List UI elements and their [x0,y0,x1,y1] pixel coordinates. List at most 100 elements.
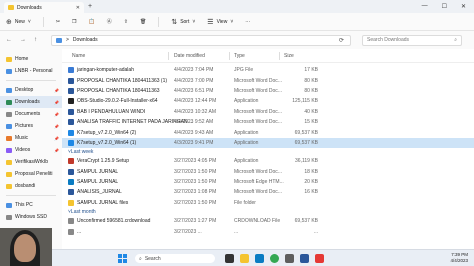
tab-downloads[interactable]: Downloads ✕ [4,2,84,13]
file-date: 4/4/2023 9:52 AM [174,119,214,126]
rename-icon[interactable]: Ⓐ [107,18,112,25]
file-row[interactable]: BAB I PENDAHULUAN WINDI 4/4/2023 10:32 AM… [62,107,474,117]
sidebar-item-downloads[interactable]: Downloads 📌 [0,96,62,108]
sidebar-item-label: Proposal Peneliti [15,171,53,177]
sidebar-item-home[interactable]: Home [0,53,62,65]
file-row[interactable]: SAMPUL JURNAL 3/27/2023 1:50 PM Microsoft … [62,167,474,177]
system-tray-clock[interactable]: 7:39 PM 4/4/2023 [450,252,468,264]
column-date[interactable]: Date modified [174,53,205,59]
pin-icon: 📌 [54,87,59,93]
up-arrow-icon[interactable]: ↑ [34,37,37,43]
music-icon [6,135,12,141]
sidebar-item-proposal-peneliti[interactable]: Proposal Peneliti [0,168,62,180]
cut-icon[interactable]: ✂ [56,19,60,25]
file-row[interactable]: Unconfirmed 596581.crdownload 3/27/2023 1… [62,216,474,226]
sidebar-item-dosbandi[interactable]: dosbandi [0,180,62,192]
sort-label: Sort [180,18,190,25]
file-row[interactable]: jaringan-komputer-adalah 4/4/2023 7:04 PM… [62,65,474,75]
file-row[interactable]: ANALISIS_JURNAL 3/27/2023 1:08 PM Microsof… [62,187,474,197]
sidebar-item-verifikasiwrkib[interactable]: VerifikasiWrkIb [0,156,62,168]
breadcrumb-separator: > [66,37,69,43]
file-row[interactable]: K7setup_v7.2.0_Win64 (1) 4/3/2023 9:41 PM… [62,137,474,149]
file-row[interactable]: K7setup_v7.2.0_Win64 (2) 4/4/2023 9:43 AM… [62,127,474,137]
forward-arrow-icon[interactable]: → [20,37,26,43]
more-options-icon[interactable]: ··· [245,19,250,25]
sort-icon: ⇅ [171,18,178,26]
file-icon [68,218,74,225]
close-tab-icon[interactable]: ✕ [76,5,80,11]
back-arrow-icon[interactable]: ← [6,37,12,43]
sidebar-item-windows-ssd[interactable]: Windows SSD [0,211,62,223]
new-button[interactable]: ⊕ New ˅ [6,18,31,26]
file-row[interactable]: SAMPUL JURNAL 3/27/2023 1:50 PM Microsoft … [62,177,474,187]
sidebar-item-documents[interactable]: Documents 📌 [0,108,62,120]
taskbar-search[interactable]: ⌕ Search [135,254,215,263]
folder-icon [6,171,12,177]
refresh-icon[interactable]: ⟳ [339,37,344,44]
file-row[interactable]: ANALISA TRAFFIC INTERNET PADA JARINGAN .… [62,117,474,127]
pin-icon: 📌 [54,99,59,105]
sidebar-item-lnbr-personal[interactable]: LNBR - Personal [0,65,62,77]
file-row[interactable]: PROPOSAL CHANTIKA 1804411363 4/4/2023 6:5… [62,86,474,96]
sidebar-item-label: Documents [15,111,41,117]
sidebar-item-music[interactable]: Music 📌 [0,132,62,144]
file-type: Application [234,139,259,146]
pin-icon: 📌 [54,111,59,117]
column-divider[interactable] [168,52,169,60]
column-divider[interactable] [279,52,280,60]
column-name[interactable]: Name [72,53,85,59]
file-type: Microsoft Edge HTM... [234,179,284,186]
search-input[interactable]: Search Downloads ⌕ [362,34,463,46]
address-bar[interactable]: > Downloads [51,34,351,46]
file-row[interactable]: ... 3/27/2023 ......... [62,226,474,236]
chrome-icon[interactable] [270,254,279,263]
sidebar-item-label: This PC [15,202,33,208]
sidebar-item-videos[interactable]: Videos 📌 [0,144,62,156]
close-window-button[interactable]: ✕ [461,3,466,10]
file-row[interactable]: SAMPUL JURNAL files 3/27/2023 1:50 PM File… [62,198,474,208]
edge-icon[interactable] [255,254,264,263]
file-name: SAMPUL JURNAL [77,168,119,175]
app-icon[interactable] [315,254,324,263]
column-type[interactable]: Type [234,53,245,59]
delete-icon[interactable]: 🗑 [140,19,146,25]
sidebar-item-pictures[interactable]: Pictures 📌 [0,120,62,132]
chevron-down-icon: ˅ [27,18,31,25]
file-type: Microsoft Word Doc... [234,87,282,94]
group-header[interactable]: ˅ Last week [62,148,474,156]
start-button[interactable] [118,254,127,263]
group-header[interactable]: ˅ Last month [62,208,474,216]
file-size: 80 KB [304,77,318,84]
file-icon [68,77,74,84]
view-button[interactable]: ☰ View ˅ [207,18,233,26]
share-icon[interactable]: ⇪ [124,19,128,25]
download-icon [6,99,12,105]
file-row[interactable]: VeraCrypt 1.25.9 Setup 3/27/2023 4:05 PM A… [62,156,474,166]
sort-button[interactable]: ⇅ Sort ˅ [171,18,195,26]
search-icon: ⌕ [454,37,458,43]
file-size: 17 KB [304,67,318,74]
sidebar-item-this-pc[interactable]: This PC [0,199,62,211]
maximize-button[interactable]: ☐ [442,3,447,10]
copy-icon[interactable]: ❐ [72,19,76,25]
file-date: 3/27/2023 1:27 PM [174,218,217,225]
task-view-icon[interactable] [225,254,234,263]
new-tab-button[interactable]: + [88,3,92,10]
file-row[interactable]: OBS-Studio-29.0.2-Full-Installer-x64 4/4/… [62,96,474,106]
file-icon [68,168,74,175]
file-row[interactable]: PROPOSAL CHANTIKA 1804411363 (1) 4/4/2023… [62,75,474,85]
chevron-down-icon: ˅ [192,18,196,25]
file-type: Microsoft Word Doc... [234,77,282,84]
sidebar-item-desktop[interactable]: Desktop 📌 [0,84,62,96]
column-size[interactable]: Size [284,53,294,59]
file-explorer-icon[interactable] [240,254,249,263]
file-date: 4/4/2023 7:04 PM [174,67,214,74]
word-icon[interactable] [300,254,309,263]
documents-icon [6,111,12,117]
webcam-overlay [0,228,52,266]
store-icon[interactable] [285,254,294,263]
breadcrumb-downloads[interactable]: Downloads [73,37,98,43]
paste-icon[interactable]: 📋 [89,19,95,25]
column-divider[interactable] [229,52,230,60]
minimize-button[interactable]: — [422,3,428,10]
